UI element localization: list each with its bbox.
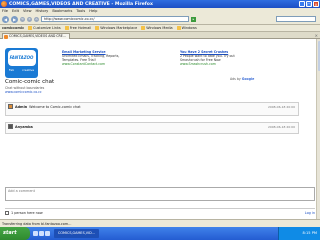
site-link[interactable]: www.comiccomic.co.cc bbox=[5, 90, 44, 94]
bookmark-item[interactable]: Free Hotmail bbox=[64, 26, 92, 30]
quicklaunch-icon[interactable] bbox=[39, 231, 44, 236]
folder-icon bbox=[95, 26, 100, 30]
search-input[interactable] bbox=[276, 16, 316, 22]
tab-label: COMICS,GAMES,VIDEOS AND CRE... bbox=[9, 34, 66, 38]
bookmark-item[interactable]: Windows Marketplace bbox=[95, 26, 137, 30]
ads-by-google[interactable]: Ads by Google bbox=[230, 77, 254, 81]
reload-button[interactable]: ↻ bbox=[20, 16, 25, 22]
menu-file[interactable]: File bbox=[2, 9, 8, 13]
comment-item: Admin Welcome to Comic-comic chat 2008-0… bbox=[5, 102, 299, 116]
bookmark-label: Customize Links bbox=[33, 26, 61, 30]
page-subtitle: Chat without boundaries www.comiccomic.c… bbox=[5, 86, 44, 94]
page-content: FANTAZOO Fab creative Email Marketing Se… bbox=[0, 39, 316, 219]
menu-tools[interactable]: Tools bbox=[76, 9, 85, 13]
ad-body: Unlimited Emails, Tracking, Reports, Tem… bbox=[62, 54, 120, 62]
comment-item: Anyamba 2008-06-18 20:00 bbox=[5, 122, 299, 134]
site-logo[interactable]: FANTAZOO Fab creative bbox=[5, 48, 38, 78]
url-bar[interactable]: http://www.comiccomic.co.cc/ bbox=[41, 16, 189, 22]
close-tab-icon[interactable]: × bbox=[315, 33, 318, 38]
back-button[interactable]: ◀ bbox=[2, 15, 9, 23]
title-bar: COMICS,GAMES,VIDEOS AND CREATIVE - Mozil… bbox=[0, 0, 320, 8]
menu-history[interactable]: History bbox=[36, 9, 49, 13]
stop-button[interactable]: ✕ bbox=[27, 16, 32, 22]
ad-url[interactable]: www.Smashcrush.com bbox=[180, 62, 250, 66]
folder-icon bbox=[176, 26, 181, 30]
home-button[interactable]: ⌂ bbox=[34, 16, 39, 22]
navigation-toolbar: ◀ ▶ ↻ ✕ ⌂ http://www.comiccomic.co.cc/ ▸ bbox=[0, 14, 320, 25]
bookmark-label: Windows Marketplace bbox=[100, 26, 138, 30]
people-count: 1 person here now bbox=[11, 210, 43, 215]
ad-block[interactable]: You Have 2 Secret Crushes 2 People want … bbox=[180, 50, 250, 66]
clock: 8:15 PM bbox=[302, 231, 317, 235]
menu-edit[interactable]: Edit bbox=[12, 9, 19, 13]
taskbar-item-firefox[interactable]: COMICS,GAMES,VID... bbox=[54, 229, 99, 238]
bookmark-label: Windows Media bbox=[146, 26, 173, 30]
folder-icon bbox=[28, 26, 33, 30]
start-button[interactable]: start bbox=[0, 227, 30, 240]
system-tray: 8:15 PM bbox=[278, 227, 320, 240]
logo-right: creative bbox=[21, 68, 35, 72]
people-checkbox[interactable] bbox=[5, 210, 9, 215]
logo-subtitle: Fab creative bbox=[5, 68, 38, 72]
ads-by-prefix: Ads by bbox=[230, 77, 241, 81]
login-link[interactable]: Log in bbox=[305, 211, 315, 215]
comment-time: 2008-06-18 20:00 bbox=[267, 104, 295, 109]
status-bar: Transferring data from bl.fantazoo.com..… bbox=[0, 219, 320, 227]
comment-input[interactable]: Add a comment bbox=[5, 187, 315, 201]
ad-url[interactable]: www.ConstantContact.com bbox=[62, 62, 132, 66]
avatar bbox=[8, 104, 13, 109]
bookmarks-toolbar: comiccomic Customize Links Free Hotmail … bbox=[0, 25, 320, 32]
ad-block[interactable]: Email Marketing Service Unlimited Emails… bbox=[62, 50, 132, 66]
comment-text: Welcome to Comic-comic chat bbox=[29, 104, 81, 109]
ad-body: 2 People want to date you. Try out Smash… bbox=[180, 54, 235, 62]
bookmark-item[interactable]: Customize Links bbox=[28, 26, 61, 30]
bookmark-label: Free Hotmail bbox=[69, 26, 92, 30]
folder-icon bbox=[141, 26, 146, 30]
bookmark-item[interactable]: Windows bbox=[176, 26, 197, 30]
go-button[interactable]: ▸ bbox=[191, 16, 196, 22]
ads-by-brand: Google bbox=[241, 77, 255, 81]
folder-icon bbox=[64, 26, 69, 30]
maximize-button[interactable]: □ bbox=[306, 1, 312, 7]
logo-mark: FANTAZOO bbox=[7, 50, 36, 66]
logo-left: Fab bbox=[8, 68, 15, 72]
avatar bbox=[8, 124, 13, 129]
comment-header: Admin Welcome to Comic-comic chat 2008-0… bbox=[6, 103, 298, 110]
menu-view[interactable]: View bbox=[23, 9, 32, 13]
forward-button[interactable]: ▶ bbox=[11, 15, 18, 23]
menu-help[interactable]: Help bbox=[89, 9, 97, 13]
bookmark-label: Windows bbox=[181, 26, 197, 30]
comment-header: Anyamba 2008-06-18 20:00 bbox=[6, 123, 298, 130]
bookmark-item[interactable]: Windows Media bbox=[141, 26, 173, 30]
taskbar: start COMICS,GAMES,VID... 8:15 PM bbox=[0, 227, 320, 240]
chat-footer: 1 person here now Log in bbox=[5, 208, 315, 216]
page-title: Comic-comic chat bbox=[5, 79, 55, 85]
quick-launch bbox=[33, 231, 50, 236]
minimize-button[interactable]: _ bbox=[299, 1, 305, 7]
firefox-icon bbox=[1, 1, 7, 7]
menu-bookmarks[interactable]: Bookmarks bbox=[52, 9, 72, 13]
window-title: COMICS,GAMES,VIDEOS AND CREATIVE - Mozil… bbox=[9, 1, 153, 7]
tab-bar: COMICS,GAMES,VIDEOS AND CRE... × bbox=[0, 32, 320, 39]
comment-time: 2008-06-18 20:00 bbox=[267, 124, 295, 129]
window-controls: _ □ × bbox=[299, 1, 319, 7]
close-button[interactable]: × bbox=[313, 1, 319, 7]
comment-author[interactable]: Admin bbox=[15, 105, 27, 109]
quicklaunch-icon[interactable] bbox=[33, 231, 38, 236]
toolbar-logo[interactable]: comiccomic bbox=[2, 26, 24, 30]
quicklaunch-icon[interactable] bbox=[45, 231, 50, 236]
vertical-scrollbar[interactable] bbox=[316, 39, 320, 219]
comment-author[interactable]: Anyamba bbox=[15, 125, 33, 129]
